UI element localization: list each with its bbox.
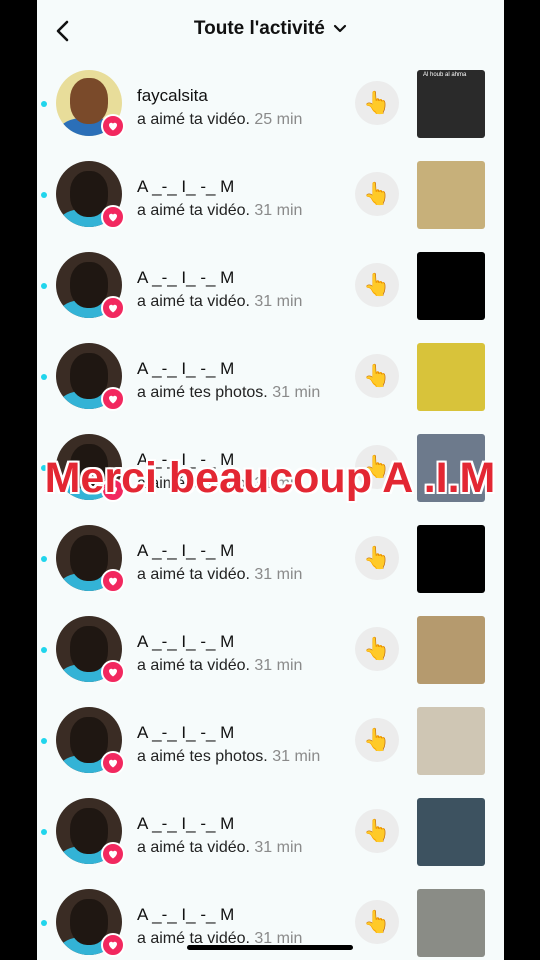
- wave-hand-icon[interactable]: 👆: [355, 172, 399, 216]
- username[interactable]: A _-_ I_ -_ M: [137, 905, 234, 925]
- username[interactable]: faycalsita: [137, 86, 208, 106]
- username[interactable]: A _-_ I_ -_ M: [137, 814, 234, 834]
- heart-icon: [101, 933, 125, 957]
- unread-dot: [41, 192, 47, 198]
- activity-description: a aimé ta vidéo. 31 min: [137, 293, 303, 310]
- wave-hand-icon[interactable]: 👆: [355, 718, 399, 762]
- timestamp: 31 min: [254, 566, 303, 583]
- activity-item[interactable]: A _-_ I_ -_ M a aimé ta vidéo. 31 min 👆: [37, 525, 504, 616]
- unread-dot: [41, 829, 47, 835]
- username[interactable]: A _-_ I_ -_ M: [137, 723, 234, 743]
- heart-icon: [101, 842, 125, 866]
- unread-dot: [41, 374, 47, 380]
- timestamp: 31 min: [254, 202, 303, 219]
- unread-dot: [41, 647, 47, 653]
- heart-icon: [101, 205, 125, 229]
- video-thumbnail[interactable]: [417, 525, 485, 593]
- unread-dot: [41, 556, 47, 562]
- unread-dot: [41, 283, 47, 289]
- video-thumbnail[interactable]: [417, 707, 485, 775]
- unread-dot: [41, 101, 47, 107]
- wave-hand-icon[interactable]: 👆: [355, 536, 399, 580]
- video-thumbnail[interactable]: [417, 889, 485, 957]
- video-thumbnail[interactable]: Al houb al ahma: [417, 70, 485, 138]
- home-indicator[interactable]: [187, 945, 353, 950]
- unread-dot: [41, 920, 47, 926]
- username[interactable]: A _-_ I_ -_ M: [137, 177, 234, 197]
- activity-item[interactable]: A _-_ I_ -_ M a aimé ta vidéo. 31 min 👆: [37, 252, 504, 343]
- activity-item[interactable]: A _-_ I_ -_ M a aimé tes photos. 31 min …: [37, 707, 504, 798]
- username[interactable]: A _-_ I_ -_ M: [137, 632, 234, 652]
- timestamp: 25 min: [254, 111, 303, 128]
- activity-filter-dropdown[interactable]: Toute l'activité: [37, 18, 504, 40]
- timestamp: 31 min: [254, 839, 303, 856]
- activity-description: a aimé ta vidéo. 31 min: [137, 657, 303, 674]
- activity-description: a aimé tes photos. 31 min: [137, 748, 321, 765]
- timestamp: 31 min: [254, 293, 303, 310]
- username[interactable]: A _-_ I_ -_ M: [137, 268, 234, 288]
- activity-description: a aimé ta vidéo. 31 min: [137, 202, 303, 219]
- video-thumbnail[interactable]: [417, 798, 485, 866]
- heart-icon: [101, 660, 125, 684]
- heart-icon: [101, 387, 125, 411]
- timestamp: 31 min: [272, 748, 321, 765]
- thumbnail-caption: Al houb al ahma: [423, 72, 467, 78]
- page-title: Toute l'activité: [193, 18, 325, 40]
- wave-hand-icon[interactable]: 👆: [355, 627, 399, 671]
- activity-item[interactable]: A _-_ I_ -_ M a aimé ta vidéo. 31 min 👆: [37, 161, 504, 252]
- heart-icon: [101, 114, 125, 138]
- activity-description: a aimé ta vidéo. 31 min: [137, 566, 303, 583]
- video-thumbnail[interactable]: [417, 616, 485, 684]
- wave-hand-icon[interactable]: 👆: [355, 263, 399, 307]
- activity-description: a aimé ta vidéo. 25 min: [137, 111, 303, 128]
- username[interactable]: A _-_ I_ -_ M: [137, 359, 234, 379]
- wave-hand-icon[interactable]: 👆: [355, 81, 399, 125]
- video-thumbnail[interactable]: [417, 343, 485, 411]
- activity-item[interactable]: faycalsita a aimé ta vidéo. 25 min 👆 Al …: [37, 70, 504, 161]
- wave-hand-icon[interactable]: 👆: [355, 354, 399, 398]
- username[interactable]: A _-_ I_ -_ M: [137, 541, 234, 561]
- activity-description: a aimé ta vidéo. 31 min: [137, 839, 303, 856]
- unread-dot: [41, 738, 47, 744]
- video-thumbnail[interactable]: [417, 161, 485, 229]
- activity-item[interactable]: A _-_ I_ -_ M a aimé tes photos. 31 min …: [37, 343, 504, 434]
- overlay-caption: Merci beaucoup A .I.M: [44, 454, 496, 502]
- activity-item[interactable]: A _-_ I_ -_ M a aimé ta vidéo. 31 min 👆: [37, 798, 504, 889]
- timestamp: 31 min: [272, 384, 321, 401]
- wave-hand-icon[interactable]: 👆: [355, 809, 399, 853]
- chevron-down-icon: [333, 18, 347, 40]
- wave-hand-icon[interactable]: 👆: [355, 900, 399, 944]
- heart-icon: [101, 751, 125, 775]
- activity-item[interactable]: A _-_ I_ -_ M a aimé ta vidéo. 31 min 👆: [37, 616, 504, 707]
- video-thumbnail[interactable]: [417, 252, 485, 320]
- heart-icon: [101, 296, 125, 320]
- heart-icon: [101, 569, 125, 593]
- timestamp: 31 min: [254, 657, 303, 674]
- header: Toute l'activité: [37, 0, 504, 62]
- activity-description: a aimé tes photos. 31 min: [137, 384, 321, 401]
